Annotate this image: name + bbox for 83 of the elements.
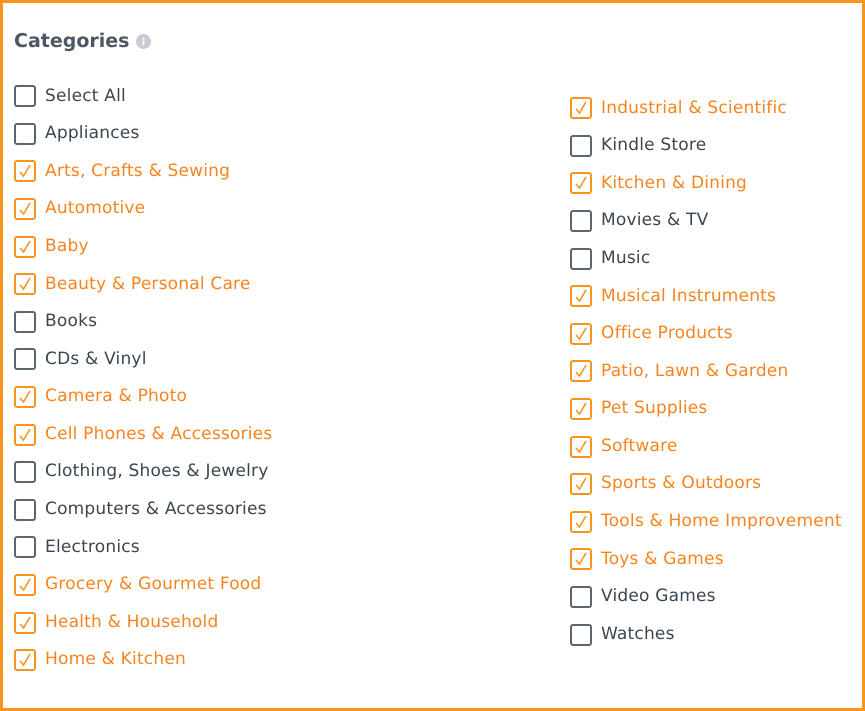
checkbox[interactable]	[14, 122, 36, 145]
category-label[interactable]: Camera & Photo	[45, 384, 188, 410]
checkbox[interactable]	[570, 322, 592, 345]
checkbox[interactable]	[570, 360, 592, 382]
category-label[interactable]: Sports & Outdoors	[601, 471, 762, 497]
checkmark-icon	[574, 440, 588, 454]
category-label[interactable]: Toys & Games	[601, 546, 724, 572]
checkbox[interactable]	[14, 348, 36, 370]
checkmark-icon	[574, 176, 588, 190]
checkbox[interactable]	[570, 285, 592, 308]
category-label[interactable]: Pet Supplies	[601, 396, 708, 422]
checkmark-icon	[574, 326, 588, 341]
checkbox[interactable]	[14, 386, 36, 408]
category-label[interactable]: Software	[601, 434, 678, 460]
checkbox[interactable]	[14, 498, 36, 521]
checkmark-icon	[18, 578, 32, 592]
checkmark-icon	[18, 240, 32, 254]
category-label[interactable]: Beauty & Personal Care	[45, 272, 251, 298]
checkbox[interactable]	[14, 574, 36, 596]
category-label[interactable]: Health & Household	[45, 610, 218, 636]
checkbox[interactable]	[14, 85, 36, 108]
category-label[interactable]: CDs & Vinyl	[45, 346, 147, 372]
checkbox[interactable]	[570, 172, 592, 194]
category-label[interactable]: Home & Kitchen	[45, 647, 186, 673]
category-label[interactable]: Video Games	[601, 584, 716, 610]
checkbox[interactable]	[14, 649, 36, 672]
category-label[interactable]: Industrial & Scientific	[601, 96, 787, 122]
checkbox[interactable]	[14, 236, 36, 258]
checkbox[interactable]	[570, 248, 592, 270]
category-label[interactable]: Computers & Accessories	[45, 497, 267, 523]
checkmark-icon	[18, 428, 32, 442]
info-icon[interactable]	[136, 34, 152, 49]
category-label[interactable]: Select All	[45, 84, 126, 110]
category-label[interactable]: Baby	[45, 234, 89, 260]
category-label[interactable]: Cell Phones & Accessories	[45, 422, 272, 448]
category-label[interactable]: Electronics	[45, 534, 140, 560]
checkmark-icon	[18, 653, 32, 668]
checkmark-icon	[574, 402, 588, 416]
checkbox[interactable]	[570, 97, 592, 120]
checkbox[interactable]	[570, 548, 592, 570]
category-label[interactable]: Patio, Lawn & Garden	[601, 358, 788, 384]
checkmark-icon	[574, 514, 588, 529]
category-label[interactable]: Automotive	[45, 196, 146, 222]
checkbox[interactable]	[570, 436, 592, 458]
checkbox[interactable]	[570, 624, 592, 646]
checkbox[interactable]	[14, 536, 36, 558]
checkbox[interactable]	[570, 586, 592, 608]
checkbox[interactable]	[570, 473, 592, 496]
checkmark-icon	[18, 202, 32, 216]
category-label[interactable]: Grocery & Gourmet Food	[45, 572, 262, 598]
checkbox[interactable]	[14, 198, 36, 220]
category-label[interactable]: Watches	[601, 622, 675, 648]
category-label[interactable]: Clothing, Shoes & Jewelry	[45, 459, 268, 485]
checkmark-icon	[574, 477, 588, 492]
category-label[interactable]: Music	[601, 246, 650, 272]
checkbox[interactable]	[14, 160, 36, 182]
category-label[interactable]: Kindle Store	[601, 133, 706, 159]
checkbox[interactable]	[14, 273, 36, 296]
checkbox[interactable]	[14, 461, 36, 484]
category-label[interactable]: Arts, Crafts & Sewing	[45, 158, 230, 184]
section-title: Categories	[14, 29, 130, 54]
checkbox[interactable]	[570, 398, 592, 420]
checkbox[interactable]	[570, 510, 592, 533]
checkbox[interactable]	[14, 310, 36, 333]
category-label[interactable]: Appliances	[45, 121, 140, 147]
checkmark-icon	[574, 101, 588, 116]
checkmark-icon	[574, 364, 588, 378]
category-label[interactable]: Kitchen & Dining	[601, 170, 748, 196]
category-label[interactable]: Movies & TV	[601, 208, 708, 234]
category-label[interactable]: Musical Instruments	[601, 284, 776, 310]
checkmark-icon	[18, 277, 32, 292]
checkbox[interactable]	[570, 210, 592, 232]
checkmark-icon	[18, 164, 32, 178]
category-label[interactable]: Tools & Home Improvement	[601, 509, 842, 535]
checkbox[interactable]	[14, 612, 36, 634]
checkmark-icon	[18, 616, 32, 630]
category-label[interactable]: Books	[45, 309, 98, 335]
checkbox[interactable]	[570, 134, 592, 157]
checkmark-icon	[574, 289, 588, 304]
checkmark-icon	[18, 390, 32, 404]
checkbox[interactable]	[14, 424, 36, 446]
category-label[interactable]: Office Products	[601, 321, 733, 347]
checkmark-icon	[574, 552, 588, 566]
